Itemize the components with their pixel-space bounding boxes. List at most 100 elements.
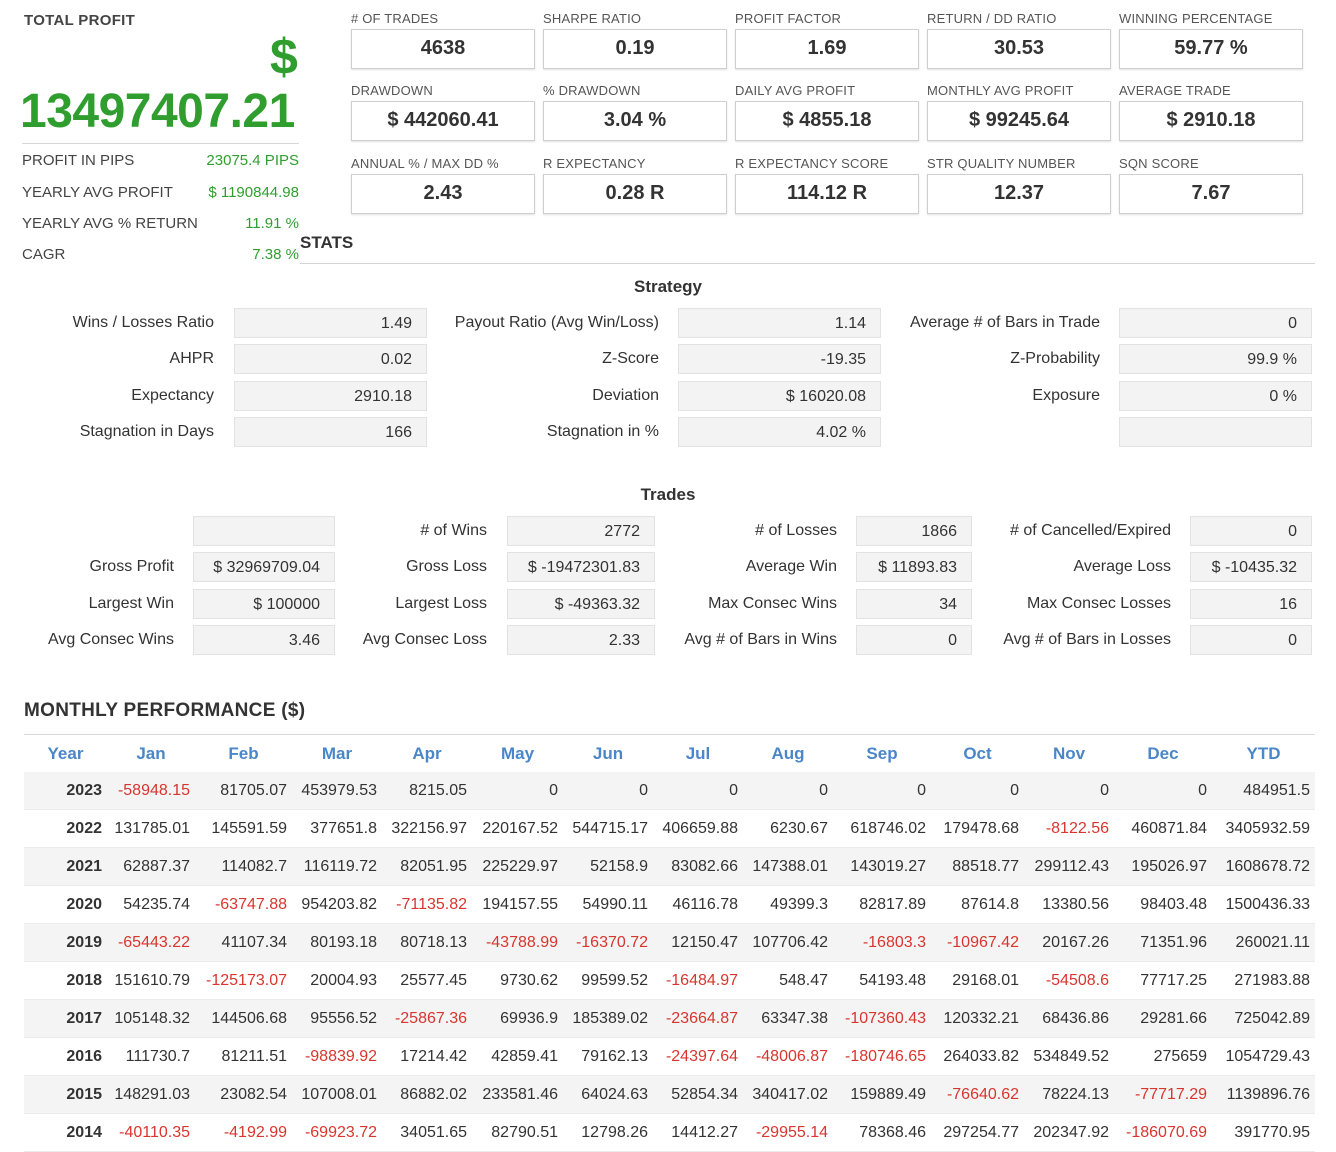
stat-label (24, 516, 174, 546)
summary-value: $ 1190844.98 (208, 184, 299, 201)
column-header-sep: Sep (866, 744, 898, 763)
stat-value: $ -49363.32 (507, 589, 655, 619)
value-cell: 52854.34 (653, 1075, 743, 1114)
metric-card: WINNING PERCENTAGE 59.77 % (1119, 11, 1303, 69)
stat-label: Avg Consec Loss (362, 631, 487, 648)
value-cell: 0 (833, 772, 931, 810)
metric-card: SQN SCORE 7.67 (1119, 156, 1303, 214)
metric-value: 3.04 % (543, 101, 727, 141)
divider (22, 143, 299, 144)
value-cell: 111730.7 (107, 1037, 195, 1076)
value-cell: 340417.02 (743, 1075, 833, 1114)
value-cell: 12150.47 (653, 923, 743, 962)
year-cell: 2021 (24, 847, 107, 886)
stat-value: 16 (1190, 589, 1312, 619)
stat-value: $ 16020.08 (678, 381, 881, 411)
table-row: 2015 148291.03 23082.54 107008.01 86882.02 23… (24, 1075, 1315, 1114)
summary-value: 23075.4 PIPS (206, 152, 299, 169)
value-cell: 20167.26 (1024, 923, 1114, 962)
metric-label: AVERAGE TRADE (1119, 83, 1231, 98)
metric-label: MONTHLY AVG PROFIT (927, 83, 1074, 98)
metric-value: 30.53 (927, 29, 1111, 69)
stat-label: # of Wins (420, 522, 487, 539)
stat-label: Max Consec Losses (1026, 595, 1171, 612)
value-cell: 99599.52 (563, 961, 653, 1000)
value-cell: -98839.92 (292, 1037, 382, 1076)
value-cell: -23664.87 (653, 999, 743, 1038)
total-profit-title: TOTAL PROFIT (24, 12, 136, 29)
value-cell: 220167.52 (472, 809, 563, 848)
value-cell: 41107.34 (195, 923, 292, 962)
stat-value: 1.14 (678, 308, 881, 338)
value-cell: 0 (653, 772, 743, 810)
value-cell: 322156.97 (382, 809, 472, 848)
table-row: 2020 54235.74 -63747.88 954203.82 -71135.82 1… (24, 885, 1315, 924)
value-cell: 0 (931, 772, 1024, 810)
stat-label: Gross Loss (406, 558, 487, 575)
stat-value: 0 (1190, 625, 1312, 655)
metric-label: R EXPECTANCY (543, 156, 646, 171)
value-cell: 460871.84 (1114, 809, 1212, 848)
stat-value: $ 100000 (193, 589, 335, 619)
value-cell: 68436.86 (1024, 999, 1114, 1038)
metric-label: ANNUAL % / MAX DD % (351, 156, 499, 171)
stat-value: $ 32969709.04 (193, 552, 335, 582)
column-header-jul: Jul (685, 744, 711, 763)
value-cell: 81705.07 (195, 772, 292, 810)
metric-label: % DRAWDOWN (543, 83, 641, 98)
value-cell: 225229.97 (472, 847, 563, 886)
stat-value: 1.49 (234, 308, 427, 338)
trades-heading: Trades (640, 485, 696, 504)
value-cell: 107008.01 (292, 1075, 382, 1114)
value-cell: 131785.01 (107, 809, 195, 848)
metric-card: DRAWDOWN $ 442060.41 (351, 83, 535, 141)
value-cell: 86882.02 (382, 1075, 472, 1114)
value-cell: -16370.72 (563, 923, 653, 962)
value-cell: 81211.51 (195, 1037, 292, 1076)
value-cell: 71351.96 (1114, 923, 1212, 962)
stat-label: Largest Win (88, 595, 174, 612)
stat-value (193, 516, 335, 546)
column-header-jan: Jan (136, 744, 166, 763)
stat-label: AHPR (169, 350, 214, 367)
value-cell: 0 (743, 772, 833, 810)
metric-card: SHARPE RATIO 0.19 (543, 11, 727, 69)
stats-heading: STATS (300, 233, 354, 252)
metric-label: DAILY AVG PROFIT (735, 83, 856, 98)
value-cell: 544715.17 (563, 809, 653, 848)
year-cell: 2015 (24, 1075, 107, 1114)
divider (300, 263, 1315, 264)
value-cell: 548.47 (743, 961, 833, 1000)
metric-card: STR QUALITY NUMBER 12.37 (927, 156, 1111, 214)
value-cell: 88518.77 (931, 847, 1024, 886)
table-row: 2017 105148.32 144506.68 95556.52 -25867.36 6… (24, 999, 1315, 1038)
stat-value: 0 (856, 625, 972, 655)
metric-label: RETURN / DD RATIO (927, 11, 1057, 26)
value-cell: 144506.68 (195, 999, 292, 1038)
metric-card: R EXPECTANCY 0.28 R (543, 156, 727, 214)
stat-value: 0 (1190, 516, 1312, 546)
year-cell: 2019 (24, 923, 107, 962)
value-cell: 453979.53 (292, 772, 382, 810)
metric-value: $ 442060.41 (351, 101, 535, 141)
value-cell: -8122.56 (1024, 809, 1114, 848)
value-cell: 23082.54 (195, 1075, 292, 1114)
value-cell: -43788.99 (472, 923, 563, 962)
column-header-feb: Feb (228, 744, 259, 763)
metric-value: 2.43 (351, 174, 535, 214)
stat-label: Z-Probability (1010, 350, 1100, 367)
value-cell: 195026.97 (1114, 847, 1212, 886)
stat-value: $ -19472301.83 (507, 552, 655, 582)
value-cell: 194157.55 (472, 885, 563, 924)
metric-value: 0.28 R (543, 174, 727, 214)
value-cell: 95556.52 (292, 999, 382, 1038)
value-cell: 6230.67 (743, 809, 833, 848)
metric-value: $ 99245.64 (927, 101, 1111, 141)
value-cell: 49399.3 (743, 885, 833, 924)
column-header-aug: Aug (771, 744, 805, 763)
strategy-heading: Strategy (633, 277, 703, 296)
value-cell: -25867.36 (382, 999, 472, 1038)
metric-value: 114.12 R (735, 174, 919, 214)
stat-value: $ -10435.32 (1190, 552, 1312, 582)
value-cell: 0 (472, 772, 563, 810)
